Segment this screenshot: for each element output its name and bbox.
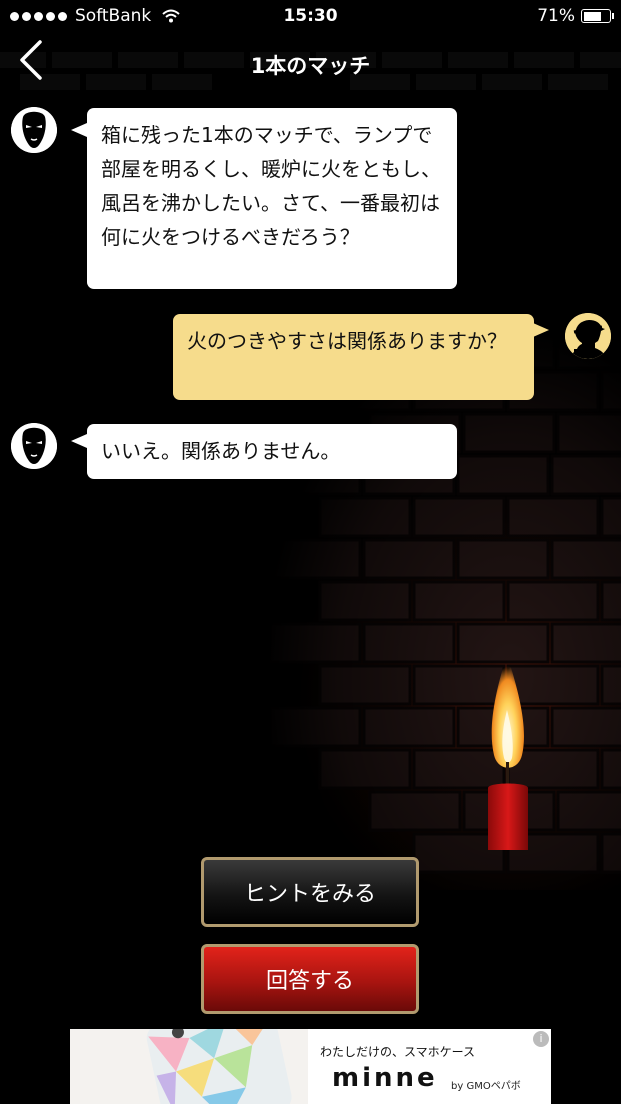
- ad-brand: minne: [332, 1063, 438, 1093]
- masked-face-icon: [11, 423, 57, 469]
- bubble-tail: [71, 123, 87, 137]
- answer-button[interactable]: 回答する: [201, 944, 419, 1014]
- nav-bar: 1本のマッチ: [0, 36, 621, 90]
- ad-sponsor: by GMOペパボ: [451, 1081, 521, 1092]
- hint-button[interactable]: ヒントをみる: [201, 857, 419, 927]
- battery-info: 71%: [537, 6, 614, 26]
- bubble-tail: [533, 323, 549, 337]
- message-bubble: 箱に残った1本のマッチで、ランプで部屋を明るくし、暖炉に火をともし、風呂を沸かし…: [87, 108, 457, 289]
- candle-icon: [488, 655, 528, 850]
- status-bar: SoftBank 15:30 71%: [0, 0, 621, 36]
- message-bubble: 火のつきやすさは関係ありますか？: [173, 314, 534, 400]
- brick-wall: [250, 330, 621, 890]
- ad-info-icon[interactable]: i: [533, 1031, 549, 1047]
- bubble-tail: [71, 434, 87, 448]
- ad-tagline: わたしだけの、スマホケース: [320, 1045, 476, 1059]
- phone-case-image: [70, 1029, 308, 1104]
- avatar-host: [11, 107, 57, 153]
- battery-percent: 71%: [537, 6, 575, 26]
- ad-banner[interactable]: わたしだけの、スマホケース minne by GMOペパボ i: [70, 1029, 551, 1104]
- avatar-host: [11, 423, 57, 469]
- status-time: 15:30: [283, 6, 338, 26]
- ad-image: [70, 1029, 308, 1104]
- detective-icon: [565, 313, 611, 359]
- battery-icon: [581, 9, 614, 23]
- message-bubble: いいえ。関係ありません。: [87, 424, 457, 479]
- page-title: 1本のマッチ: [250, 54, 371, 78]
- masked-face-icon: [11, 107, 57, 153]
- avatar-player: [565, 313, 611, 359]
